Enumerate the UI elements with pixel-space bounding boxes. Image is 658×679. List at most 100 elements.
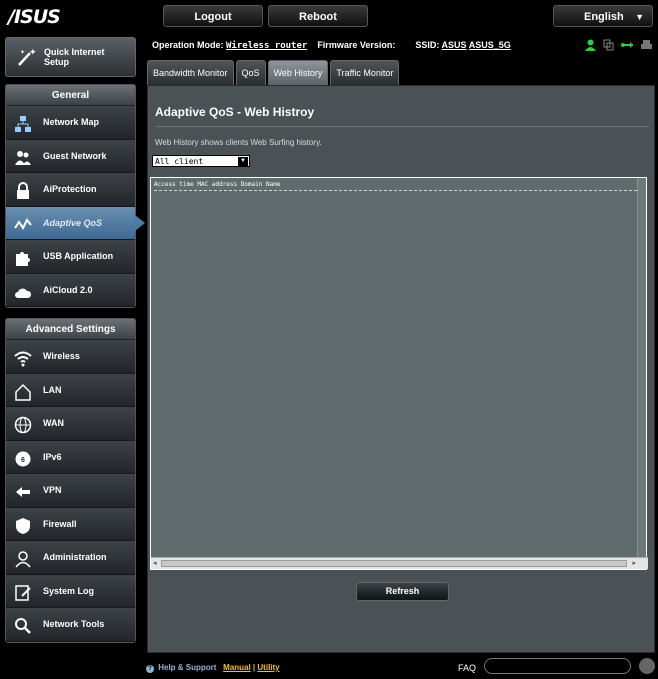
main-panel: Adaptive QoS - Web Histroy Web History s… — [147, 85, 655, 653]
manual-link[interactable]: Manual — [223, 663, 251, 672]
search-icon[interactable] — [639, 658, 655, 674]
shield-icon — [14, 516, 32, 534]
magic-wand-icon: ✦ ✦ — [18, 47, 37, 66]
asus-logo: /ISUS — [8, 6, 61, 28]
sidebar-item-label: AiCloud 2.0 — [43, 284, 93, 295]
vertical-scrollbar[interactable] — [637, 178, 646, 557]
guest-network-icon — [14, 148, 32, 166]
sidebar-item-label: Network Tools — [43, 619, 105, 629]
scroll-right-icon[interactable]: ▸ — [632, 559, 636, 567]
advanced-settings-header: Advanced Settings — [6, 319, 135, 340]
general-header: General — [6, 85, 135, 106]
admin-icon — [14, 549, 32, 568]
user-icon[interactable] — [585, 39, 596, 51]
sidebar-item-label: Adaptive QoS — [43, 217, 103, 228]
web-history-log[interactable]: Access time MAC address Domain Name ◂ ▸ — [150, 177, 648, 570]
tab-bandwidth-monitor[interactable]: Bandwidth Monitor — [147, 60, 234, 85]
sidebar-item-label: Network Map — [43, 117, 100, 127]
log-column-header: Access time MAC address Domain Name — [154, 181, 281, 188]
help-support-label: Help & Support — [158, 663, 217, 672]
svg-text:✦: ✦ — [29, 47, 37, 57]
client-select[interactable]: All client ▼ — [152, 155, 250, 167]
sidebar-item-label: IPv6 — [43, 451, 62, 462]
refresh-button[interactable]: Refresh — [356, 582, 449, 601]
scroll-left-icon[interactable]: ◂ — [153, 559, 157, 567]
page-description: Web History shows clients Web Surfing hi… — [155, 138, 322, 147]
active-indicator-arrow — [135, 214, 145, 231]
tools-icon — [14, 616, 32, 634]
sidebar-item-label: System Log — [43, 585, 95, 596]
status-bar: Operation Mode: Wireless router Firmware… — [152, 36, 656, 56]
copy-icon[interactable] — [603, 39, 614, 51]
general-menu: General Network Map Guest Network AiProtec… — [5, 84, 145, 308]
reboot-button[interactable]: Reboot — [268, 5, 368, 27]
lock-icon — [14, 181, 32, 199]
chevron-down-icon: ▼ — [635, 12, 644, 22]
sidebar-item-label: Guest Network — [43, 150, 107, 161]
sidebar-item-adaptive-qos[interactable]: Adaptive QoS — [6, 206, 145, 240]
logout-button[interactable]: Logout — [163, 5, 263, 27]
help-icon: ? — [146, 665, 154, 673]
utility-link[interactable]: Utility — [257, 663, 279, 672]
sidebar-item-network-map[interactable]: Network Map — [6, 106, 135, 140]
scroll-thumb[interactable] — [161, 560, 627, 567]
sidebar-item-label: USB Application — [43, 251, 114, 261]
sidebar-item-label: WAN — [43, 418, 64, 428]
scroll-corner — [638, 558, 648, 569]
language-select[interactable]: English ▼ — [553, 5, 653, 27]
printer-icon[interactable] — [641, 39, 652, 51]
svg-text:✦: ✦ — [20, 49, 25, 56]
quick-internet-setup-button[interactable]: ✦ ✦ Quick Internet Setup — [5, 37, 136, 77]
tab-qos[interactable]: QoS — [235, 60, 266, 85]
vpn-icon — [14, 482, 32, 500]
sidebar-item-firewall[interactable]: Firewall — [6, 507, 135, 541]
firmware-version-label: Firmware Version: — [317, 40, 396, 50]
sidebar-item-aicloud-2-0[interactable]: AiCloud 2.0 — [6, 273, 135, 307]
footer-separator: | — [252, 663, 256, 672]
footer: ? Help & Support Manual | Utility FAQ — [0, 655, 658, 679]
language-label: English — [584, 11, 624, 23]
ipv6-icon: 6 — [14, 449, 32, 467]
sidebar-item-wan[interactable]: WAN — [6, 407, 135, 441]
usb-icon[interactable] — [621, 39, 634, 51]
sidebar-item-vpn[interactable]: VPN — [6, 474, 135, 508]
ssid-label: SSID: — [415, 40, 440, 50]
home-icon — [14, 382, 32, 401]
faq-search-input[interactable] — [484, 658, 631, 674]
sidebar-item-guest-network[interactable]: Guest Network — [6, 139, 135, 173]
sidebar-item-label: VPN — [43, 485, 62, 495]
sidebar-item-aiprotection[interactable]: AiProtection — [6, 173, 135, 207]
faq-label: FAQ — [458, 663, 477, 673]
svg-text:6: 6 — [21, 457, 25, 464]
sidebar-item-administration[interactable]: Administration — [6, 541, 135, 575]
page-title: Adaptive QoS - Web Histroy — [155, 105, 315, 119]
horizontal-scrollbar[interactable]: ◂ ▸ — [151, 557, 648, 569]
advanced-settings-menu: Advanced Settings Wireless LAN WAN 6 IPv6 VPN… — [5, 318, 136, 643]
cloud-icon — [14, 282, 32, 300]
tab-bar: Bandwidth Monitor QoS Web History Traffi… — [147, 60, 401, 85]
sidebar-item-ipv6[interactable]: 6 IPv6 — [6, 440, 135, 474]
ssid-link-2[interactable]: ASUS_5G — [469, 40, 511, 50]
wifi-icon — [14, 348, 32, 367]
chevron-down-icon: ▼ — [238, 157, 248, 166]
operation-mode-label: Operation Mode: — [152, 40, 224, 50]
help-support: ? Help & Support Manual | Utility — [146, 663, 280, 673]
tab-web-history[interactable]: Web History — [267, 60, 329, 85]
sidebar-item-usb-application[interactable]: USB Application — [6, 240, 135, 274]
sidebar-item-lan[interactable]: LAN — [6, 373, 135, 407]
title-divider — [155, 126, 649, 127]
status-icons — [585, 39, 652, 51]
sidebar-item-network-tools[interactable]: Network Tools — [6, 608, 135, 642]
sidebar-item-system-log[interactable]: System Log — [6, 574, 135, 608]
operation-mode-link[interactable]: Wireless router — [226, 41, 307, 51]
sidebar-item-label: Wireless — [43, 351, 80, 361]
log-icon — [14, 583, 32, 601]
ssid-link-1[interactable]: ASUS — [442, 40, 467, 50]
sidebar-item-label: Firewall — [43, 518, 77, 529]
globe-icon — [14, 415, 32, 434]
top-bar: /ISUS Logout Reboot English ▼ — [0, 0, 658, 32]
sidebar-item-label: LAN — [43, 384, 62, 395]
tab-traffic-monitor[interactable]: Traffic Monitor — [330, 60, 400, 85]
network-map-icon — [14, 114, 32, 132]
sidebar-item-wireless[interactable]: Wireless — [6, 340, 135, 374]
